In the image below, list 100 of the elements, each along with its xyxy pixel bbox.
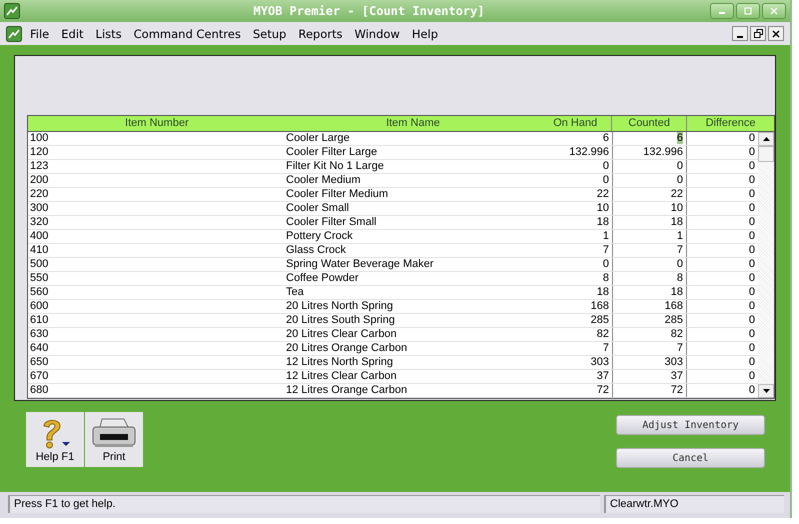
app-chart-icon <box>4 3 20 19</box>
counted-field[interactable]: 37 <box>613 370 687 383</box>
column-header[interactable]: Item Name <box>286 116 540 131</box>
maximize-icon <box>744 7 752 15</box>
table-cell-text: 20 Litres North Spring <box>286 300 394 313</box>
table-cell-text: 500 <box>29 258 50 271</box>
table-cell-text: 220 <box>29 188 50 201</box>
table-cell: 0 <box>541 174 613 187</box>
close-icon <box>772 30 780 38</box>
table-cell-text: Coffee Powder <box>286 272 360 285</box>
column-header[interactable]: On Hand <box>540 116 612 131</box>
help-button[interactable]: Help F1 <box>26 412 84 467</box>
document-chart-icon[interactable] <box>6 26 22 42</box>
table-cell-text: 0 <box>748 258 756 271</box>
table-cell: 8 <box>541 272 613 285</box>
vertical-scrollbar[interactable] <box>758 132 774 398</box>
counted-field[interactable]: 8 <box>613 272 687 285</box>
table-cell: 10 <box>541 202 613 215</box>
counted-field[interactable]: 82 <box>613 328 687 341</box>
counted-field[interactable]: 6 <box>613 132 687 145</box>
close-icon <box>770 7 778 15</box>
table-cell-text: 0 <box>748 160 756 173</box>
column-header[interactable]: Item Number <box>28 116 286 131</box>
table-cell: 303 <box>541 356 613 369</box>
table-cell: 285 <box>541 314 613 327</box>
table-cell-text: Cooler Medium <box>286 174 362 187</box>
table-cell-text: 12 Litres Orange Carbon <box>286 384 408 397</box>
table-cell-text: Cooler Filter Small <box>286 216 378 229</box>
table-cell: 168 <box>541 300 613 313</box>
table-cell-text: 0 <box>748 132 756 145</box>
counted-field[interactable]: 168 <box>613 300 687 313</box>
counted-field[interactable]: 0 <box>613 258 687 271</box>
table-cell-text: 640 <box>29 342 50 355</box>
counted-field[interactable]: 72 <box>613 384 687 397</box>
table-cell-text: 20 Litres Clear Carbon <box>286 328 398 341</box>
scroll-thumb[interactable] <box>758 146 774 162</box>
table-cell-text: 300 <box>29 202 50 215</box>
window-title: MYOB Premier - [Count Inventory] <box>252 4 486 18</box>
menu-item[interactable]: Window <box>354 26 400 40</box>
menu-item[interactable]: Setup <box>252 26 286 40</box>
counted-field[interactable]: 22 <box>613 188 687 201</box>
counted-field[interactable]: 7 <box>613 244 687 257</box>
counted-field[interactable]: 7 <box>613 342 687 355</box>
counted-field[interactable]: 303 <box>613 356 687 369</box>
table-cell-text: 0 <box>748 174 756 187</box>
counted-field[interactable]: 285 <box>613 314 687 327</box>
scroll-up-icon[interactable] <box>762 137 770 141</box>
table-cell-text: 630 <box>29 328 50 341</box>
counted-field[interactable]: 18 <box>613 286 687 299</box>
table-cell-text: 0 <box>748 384 756 397</box>
table-cell-text: Tea <box>286 286 305 299</box>
menu-item[interactable]: Lists <box>96 26 122 40</box>
counted-field[interactable]: 1 <box>613 230 687 243</box>
cancel-button[interactable]: Cancel <box>616 448 765 468</box>
column-header[interactable]: Difference <box>687 116 774 131</box>
minimize-icon <box>737 36 743 38</box>
table-cell-text: Pottery Crock <box>286 230 354 243</box>
counted-field[interactable]: 18 <box>613 216 687 229</box>
menu-item[interactable]: Command Centres <box>134 26 241 40</box>
table-cell: 7 <box>541 342 613 355</box>
menu-item[interactable]: Edit <box>61 26 84 40</box>
counted-field[interactable]: 10 <box>613 202 687 215</box>
column-header[interactable]: Counted <box>612 116 688 131</box>
table-cell-text: 0 <box>748 300 756 313</box>
table-cell: 22 <box>541 188 613 201</box>
table-cell-text: 610 <box>29 314 50 327</box>
table-cell: 6 <box>541 132 613 145</box>
table-cell-text: 200 <box>29 174 50 187</box>
table-cell-text: Cooler Large <box>286 132 351 145</box>
table-cell-text: Glass Crock <box>286 244 347 257</box>
table-cell-text: 600 <box>29 300 50 313</box>
file-name: Clearwtr.MYO <box>604 495 784 513</box>
table-cell-text: 123 <box>29 160 50 173</box>
print-button[interactable]: Print <box>85 412 143 467</box>
counted-field[interactable]: 0 <box>613 160 687 173</box>
table-cell-text: 0 <box>748 356 756 369</box>
table-cell-text: 0 <box>748 342 756 355</box>
menu-item[interactable]: File <box>30 26 50 40</box>
table-cell-text: 0 <box>748 202 756 215</box>
status-text: Press F1 to get help. <box>8 495 600 513</box>
scroll-down-icon[interactable] <box>762 389 770 393</box>
table-cell-text: 0 <box>748 244 756 257</box>
close-button[interactable] <box>768 26 784 41</box>
minimize-button[interactable] <box>732 26 748 41</box>
restore-button[interactable] <box>750 26 766 41</box>
counted-field[interactable]: 0 <box>613 174 687 187</box>
table-cell-text: Spring Water Beverage Maker <box>286 258 435 271</box>
menu-item[interactable]: Reports <box>298 26 342 40</box>
table-cell: 132.996 <box>541 146 613 159</box>
menu-item[interactable]: Help <box>412 26 438 40</box>
table-cell-text: 0 <box>748 286 756 299</box>
table-cell: 18 <box>541 286 613 299</box>
maximize-button[interactable] <box>736 3 760 19</box>
table-cell: 1 <box>541 230 613 243</box>
table-cell: 82 <box>541 328 613 341</box>
table-cell-text: 0 <box>748 230 756 243</box>
adjust-inventory-button[interactable]: Adjust Inventory <box>616 415 765 435</box>
counted-field[interactable]: 132.996 <box>613 146 687 159</box>
table-cell-text: 400 <box>29 230 50 243</box>
table-cell-text: 320 <box>29 216 50 229</box>
